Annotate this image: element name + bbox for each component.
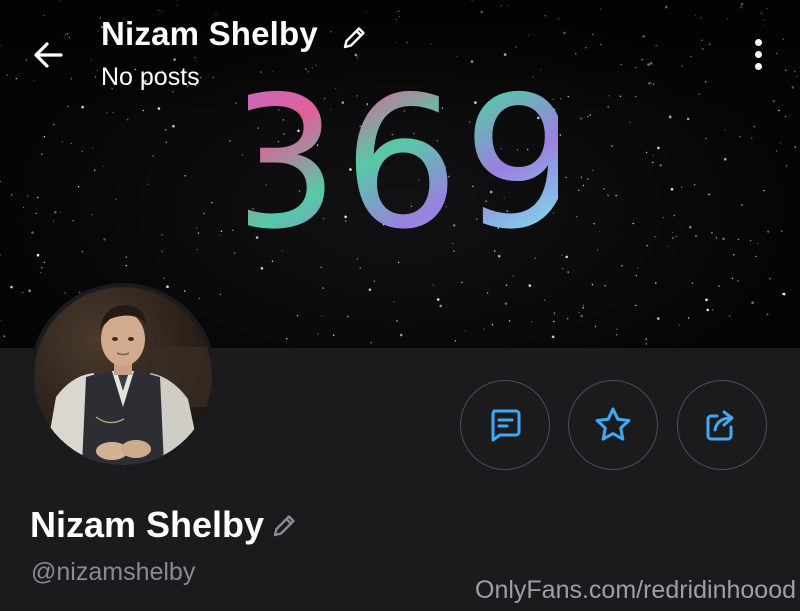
avatar[interactable]	[30, 283, 216, 469]
message-icon	[491, 409, 521, 442]
more-vertical-icon	[754, 38, 762, 46]
profile-name: Nizam Shelby	[30, 504, 265, 545]
profile-handle: @nizamshelby	[31, 558, 196, 586]
header-title: Nizam Shelby	[101, 15, 318, 52]
pencil-icon[interactable]	[338, 22, 370, 54]
star-icon	[595, 407, 631, 441]
watermark: OnlyFans.com/redridinhoood	[475, 576, 796, 604]
post-count: No posts	[101, 63, 200, 91]
arrow-left-icon	[34, 42, 63, 68]
back-button[interactable]	[26, 33, 70, 77]
avatar-image	[34, 287, 212, 465]
share-button[interactable]	[677, 380, 767, 470]
banner-artwork: 369	[248, 78, 558, 243]
favorite-button[interactable]	[568, 380, 658, 470]
profile-page: 369 Nizam Shelby No posts Nizam Shelby @…	[0, 0, 800, 611]
message-button[interactable]	[460, 380, 550, 470]
share-icon	[706, 410, 734, 441]
banner-text: 369	[248, 78, 558, 243]
more-options-button[interactable]	[740, 32, 776, 76]
edit-name-icon[interactable]	[268, 510, 300, 542]
